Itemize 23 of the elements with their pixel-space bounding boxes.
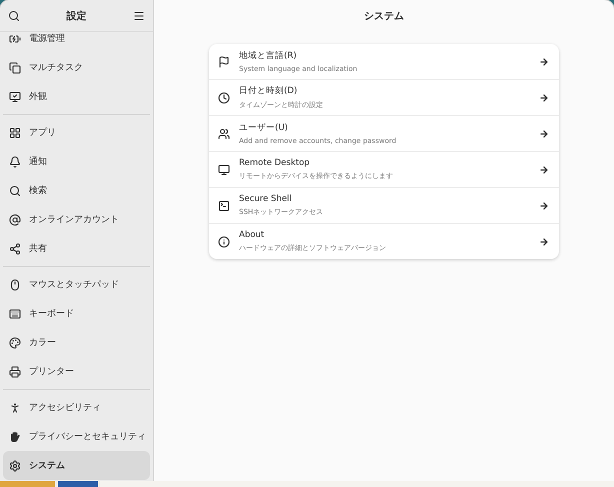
row-title: About <box>239 230 266 240</box>
sidebar-item[interactable]: プリンター <box>3 357 150 386</box>
row-title: Remote Desktop <box>239 158 311 168</box>
row-title: 地域と言語(R) <box>239 50 298 62</box>
sidebar-item[interactable]: キーボード <box>3 299 150 328</box>
sidebar-item[interactable]: マルチタスク <box>3 53 150 82</box>
page-title: システム <box>364 10 404 24</box>
sidebar-item[interactable]: オンラインアカウント <box>3 205 150 234</box>
sidebar-item[interactable]: アプリ <box>3 118 150 147</box>
row-title: 日付と時刻(D) <box>239 85 298 97</box>
sidebar-item[interactable]: 電源管理 <box>3 24 150 53</box>
sidebar-item[interactable]: マウスとタッチパッド <box>3 270 150 299</box>
sidebar-item[interactable]: アクセシビリティ <box>3 393 150 422</box>
row-title: Secure Shell <box>239 194 293 204</box>
sidebar-item[interactable]: カラー <box>3 328 150 357</box>
sidebar-item[interactable]: プライバシーとセキュリティ <box>3 422 150 451</box>
sidebar-item[interactable]: 通知 <box>3 147 150 176</box>
sidebar-item[interactable]: 外観 <box>3 82 150 111</box>
sidebar-item[interactable]: システム <box>3 451 150 480</box>
row-title: ユーザー(U) <box>239 122 289 134</box>
sidebar-item[interactable]: 共有 <box>3 234 150 263</box>
sidebar-title: 設定 <box>66 9 86 22</box>
sidebar-item[interactable]: 検索 <box>3 176 150 205</box>
